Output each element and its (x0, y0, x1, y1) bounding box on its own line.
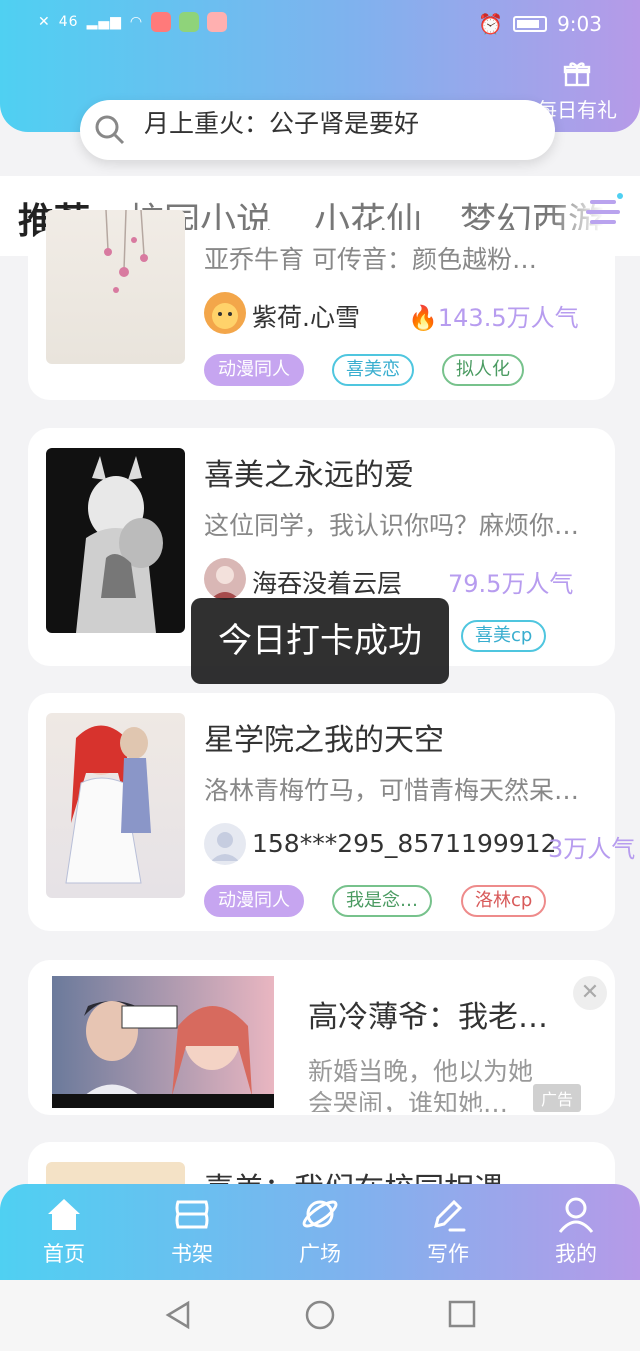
bottom-navigation: 首页 书架 广场 写作 我的 (0, 1184, 640, 1280)
tag[interactable]: 喜美cp (461, 620, 547, 652)
planet-icon (302, 1200, 338, 1228)
nav-label: 广场 (299, 1242, 341, 1266)
popularity-value: 143.5万人气 (437, 304, 579, 332)
clock: 9:03 (557, 12, 602, 36)
search-bar[interactable]: 月上重火：公子肾是要好 (80, 100, 555, 160)
fire-icon: 🔥 (408, 304, 438, 332)
story-desc: 这位同学，我认识你吗？麻烦你… (204, 511, 580, 540)
home-icon (48, 1199, 80, 1230)
user-icon (558, 1197, 594, 1233)
back-icon[interactable] (164, 1300, 192, 1330)
status-bar: ✕ 46 ▂▄▆ ◠ ⏰ 9:03 (0, 0, 640, 52)
nav-label: 我的 (555, 1242, 597, 1266)
nav-bookshelf[interactable]: 书架 (152, 1194, 232, 1268)
tag[interactable]: 动漫同人 (204, 354, 304, 386)
nav-label: 写作 (427, 1242, 469, 1266)
network-label: 46 (58, 14, 79, 30)
story-title: 星学院之我的天空 (204, 723, 444, 758)
avatar (204, 558, 246, 600)
story-desc: 洛林青梅竹马，可惜青梅天然呆… (204, 776, 580, 805)
nav-label: 首页 (43, 1242, 85, 1266)
battery-icon (513, 16, 548, 32)
story-cover (46, 713, 185, 898)
search-icon (95, 115, 125, 145)
ad-badge: 广告 (532, 1084, 581, 1112)
author-name: 海吞没着云层 (252, 569, 403, 598)
toast-message: 今日打卡成功 (191, 598, 449, 684)
bookshelf-icon (175, 1200, 209, 1229)
alarm-icon: ⏰ (478, 12, 504, 36)
nav-plaza[interactable]: 广场 (280, 1194, 360, 1268)
popularity: 3万人气 (548, 835, 636, 863)
nav-write[interactable]: 写作 (408, 1194, 488, 1268)
ad-desc: 新婚当晚，他以为她 (308, 1057, 534, 1086)
ad-title: 高冷薄爷：我老… (308, 1000, 548, 1035)
nav-label: 书架 (171, 1242, 213, 1266)
story-card[interactable]: 星学院之我的天空 洛林青梅竹马，可惜青梅天然呆… 158***295_85711… (28, 693, 635, 931)
wifi-icon: ◠ (129, 14, 144, 30)
nav-home[interactable]: 首页 (24, 1194, 104, 1268)
recents-icon[interactable] (448, 1300, 476, 1328)
avatar (204, 823, 246, 865)
search-hint-text: 月上重火：公子肾是要好 (144, 109, 420, 138)
home-button-icon[interactable] (304, 1299, 336, 1331)
tag[interactable]: 动漫同人 (204, 885, 304, 917)
cell-signal-icon: ▂▄▆ (86, 14, 122, 30)
ad-desc-2: 会哭闹，谁知她… (308, 1089, 509, 1112)
story-desc: 亚乔牛育 可传音：颜色越粉… (204, 245, 537, 274)
signal-icon: ✕ (38, 14, 51, 30)
tag[interactable]: 拟人化 (442, 354, 524, 386)
avatar (204, 292, 246, 334)
ad-card[interactable]: 高冷薄爷：我老… 新婚当晚，他以为她 会哭闹，谁知她… ✕ 广告 (28, 960, 615, 1115)
close-icon[interactable]: ✕ (573, 976, 607, 1010)
tag[interactable]: 我是念… (332, 885, 432, 917)
tag[interactable]: 喜美恋 (332, 354, 414, 386)
story-cover (46, 448, 185, 633)
gift-icon (532, 60, 622, 94)
story-title: 喜美之永远的爱 (204, 458, 414, 493)
story-card[interactable]: 亚乔牛育 可传音：颜色越粉… 紫荷.心雪 🔥143.5万人气 动漫同人 喜美恋 … (28, 210, 615, 400)
popularity: 79.5万人气 (448, 570, 574, 598)
story-cover (46, 210, 185, 364)
tag[interactable]: 洛林cp (461, 885, 547, 917)
pen-icon (433, 1199, 466, 1232)
app-notification-icon (151, 12, 172, 32)
author-name: 158***295_8571199912 (252, 829, 557, 858)
popularity: 🔥143.5万人气 (408, 298, 579, 333)
app-notification-icon (207, 12, 228, 32)
nav-profile[interactable]: 我的 (536, 1194, 616, 1268)
author-name: 紫荷.心雪 (252, 303, 360, 332)
ad-image (52, 976, 274, 1108)
menu-icon[interactable] (584, 192, 624, 232)
wechat-notification-icon (179, 12, 200, 32)
system-navigation-bar (0, 1280, 640, 1351)
